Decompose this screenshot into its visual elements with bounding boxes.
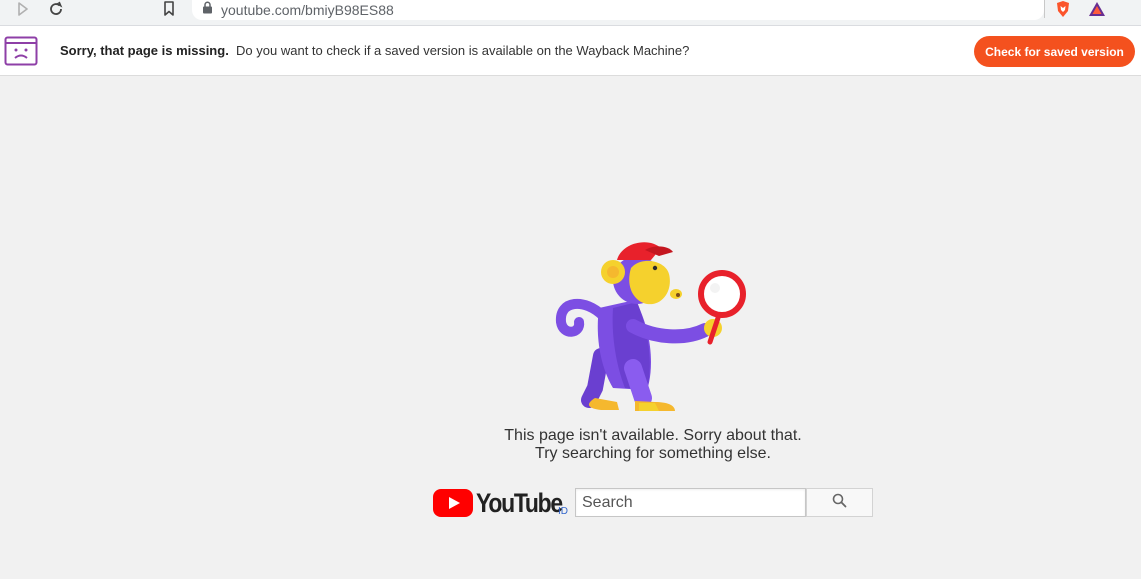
- monkey-illustration: [555, 238, 750, 421]
- banner-body: Do you want to check if a saved version …: [236, 43, 690, 58]
- browser-toolbar: youtube.com/bmiyB98ES88: [0, 0, 1141, 26]
- search-icon: [832, 493, 847, 513]
- bookmark-icon[interactable]: [160, 0, 178, 18]
- error-line-2: Try searching for something else.: [535, 445, 771, 462]
- youtube-wordmark[interactable]: YouTube: [476, 487, 563, 519]
- brave-rewards-icon[interactable]: [1086, 0, 1108, 18]
- banner-title: Sorry, that page is missing.: [60, 43, 229, 58]
- search-button[interactable]: [806, 488, 873, 517]
- search-row: YouTube ID: [433, 487, 873, 519]
- url-text[interactable]: youtube.com/bmiyB98ES88: [221, 2, 394, 18]
- brave-shield-icon[interactable]: [1053, 0, 1073, 18]
- forward-icon[interactable]: [14, 0, 32, 18]
- error-message: This page isn't available. Sorry about t…: [420, 427, 886, 463]
- search-input[interactable]: [575, 488, 806, 517]
- region-code: ID: [558, 506, 568, 517]
- toolbar-divider: [1044, 0, 1045, 18]
- reload-icon[interactable]: [46, 0, 66, 18]
- check-saved-version-button[interactable]: Check for saved version: [974, 36, 1135, 67]
- wayback-banner: Sorry, that page is missing. Do you want…: [0, 26, 1141, 76]
- banner-message: Sorry, that page is missing. Do you want…: [60, 43, 689, 58]
- youtube-play-icon[interactable]: [433, 489, 473, 522]
- address-bar[interactable]: youtube.com/bmiyB98ES88: [192, 0, 1044, 20]
- lock-icon[interactable]: [202, 1, 213, 19]
- sad-page-icon: [4, 36, 38, 71]
- error-line-1: This page isn't available. Sorry about t…: [504, 427, 802, 444]
- youtube-logo[interactable]: YouTube ID: [433, 487, 573, 519]
